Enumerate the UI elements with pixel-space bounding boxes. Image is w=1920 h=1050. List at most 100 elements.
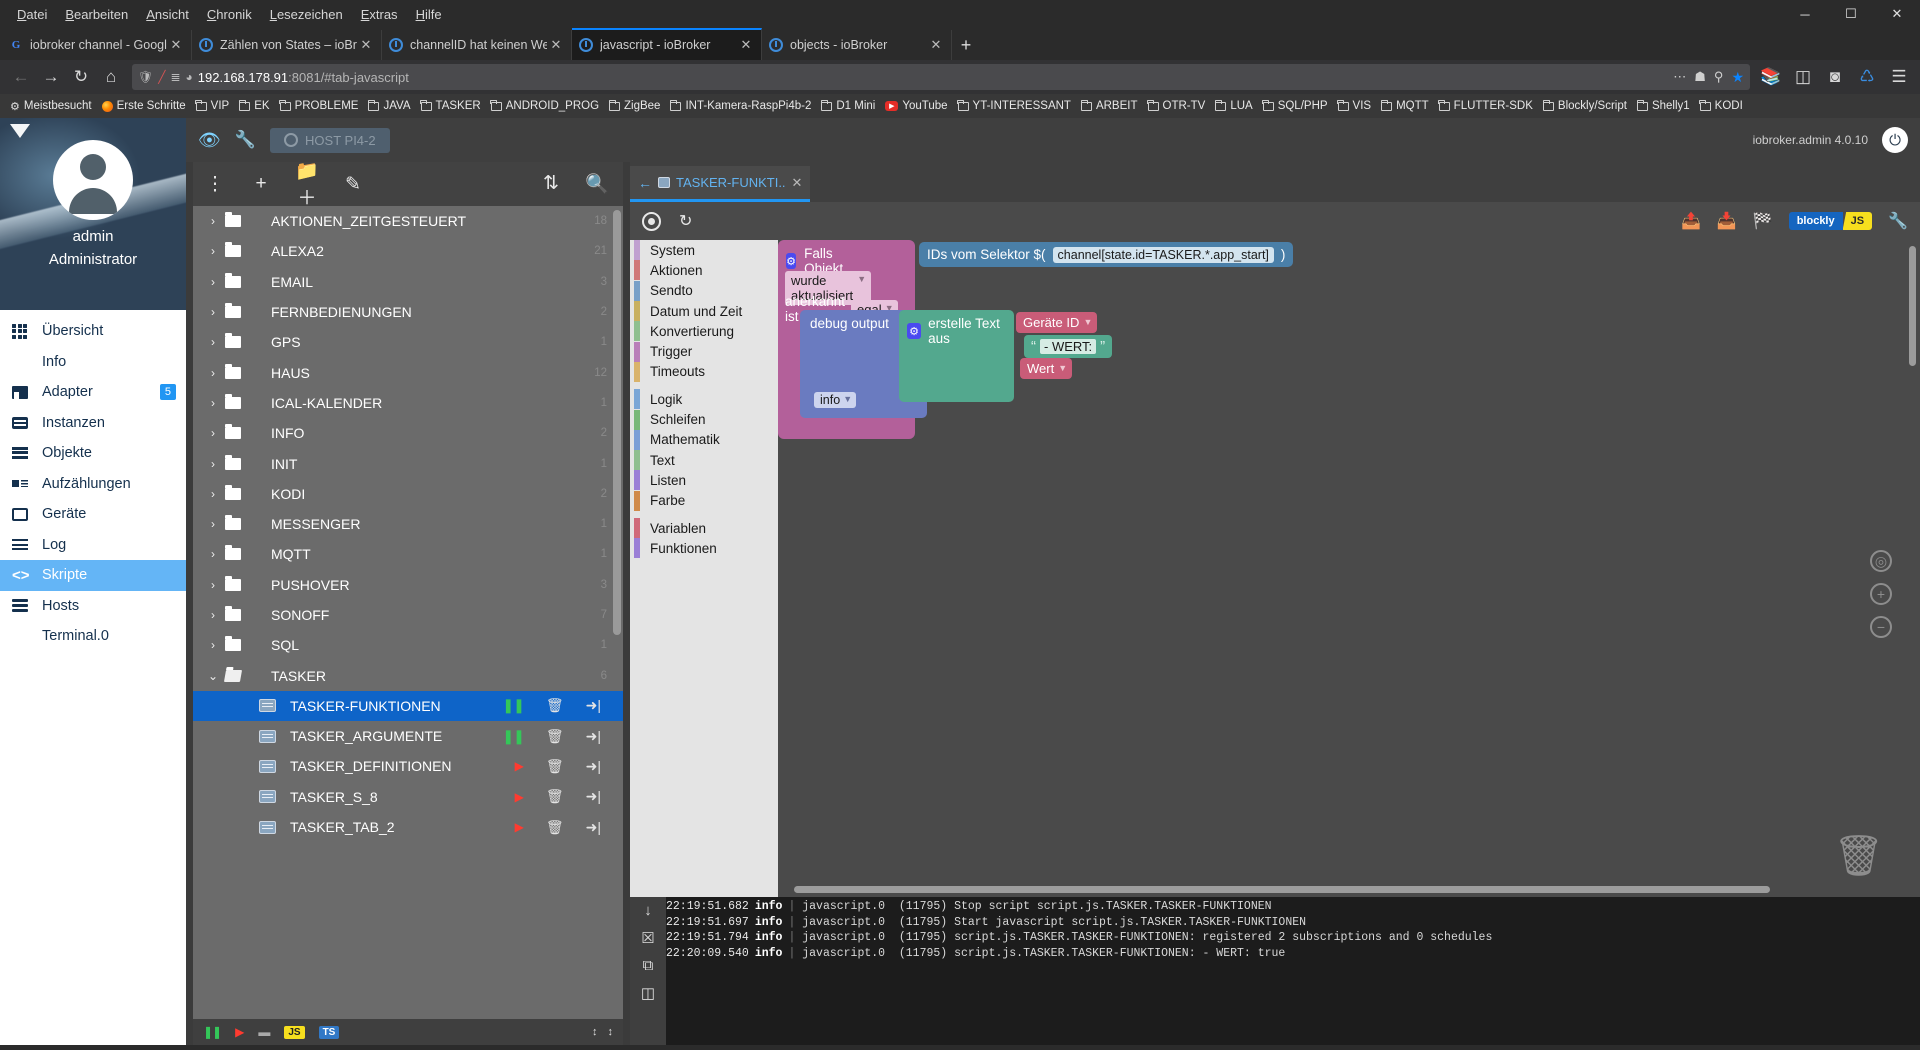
- expand-chevron-icon[interactable]: ⌄: [201, 669, 225, 683]
- play-all-icon[interactable]: ▶: [235, 1025, 244, 1039]
- export-icon[interactable]: ➜|: [586, 788, 601, 805]
- toolbox-category-system[interactable]: System: [630, 240, 778, 260]
- play-icon[interactable]: ▶: [515, 790, 524, 804]
- menu-icon[interactable]: ☰: [1884, 62, 1914, 92]
- host-selector[interactable]: HOST PI4-2: [270, 128, 390, 153]
- tree-folder-row[interactable]: ›PUSHOVER3: [193, 570, 623, 600]
- log-line[interactable]: 22:19:51.697info| javascript.0 (11795) S…: [666, 916, 1920, 932]
- tree-folder-row[interactable]: ›SQL1: [193, 630, 623, 660]
- bookmark-item[interactable]: SQL/PHP: [1259, 98, 1332, 114]
- expand-chevron-icon[interactable]: ›: [201, 366, 225, 380]
- toolbox-category-timeouts[interactable]: Timeouts: [630, 362, 778, 382]
- browser-tab[interactable]: channelID hat keinen Wert nach✕: [382, 30, 572, 60]
- text-literal-block[interactable]: “ - WERT: ”: [1024, 335, 1112, 358]
- tree-folder-row[interactable]: ›AKTIONEN_ZEITGESTEUERT18: [193, 206, 623, 236]
- download-icon[interactable]: ↓: [644, 902, 652, 919]
- canvas-horizontal-scrollbar[interactable]: [794, 886, 1770, 893]
- expand-chevron-icon[interactable]: ›: [201, 244, 225, 258]
- toolbox-category-konvertierung[interactable]: Konvertierung: [630, 321, 778, 341]
- import-blocks-icon[interactable]: 📥: [1717, 211, 1737, 231]
- sidebar-item-aufz-hlungen[interactable]: Aufzählungen: [0, 469, 186, 500]
- tree-folder-row[interactable]: ›HAUS12: [193, 357, 623, 387]
- bookmark-item[interactable]: ANDROID_PROG: [487, 98, 603, 114]
- pencil-icon[interactable]: ✎: [341, 173, 365, 196]
- expand-chevron-icon[interactable]: ›: [201, 578, 225, 592]
- wrench-icon[interactable]: 🔧: [235, 130, 256, 150]
- expand-chevron-icon[interactable]: ›: [201, 638, 225, 652]
- browser-tab[interactable]: Zählen von States – ioBroker✕: [192, 30, 382, 60]
- export-icon[interactable]: ➜|: [586, 819, 601, 836]
- run-icon[interactable]: [642, 212, 661, 231]
- expand-chevron-icon[interactable]: ›: [201, 517, 225, 531]
- expand-chevron-icon[interactable]: ›: [201, 608, 225, 622]
- bookmark-item[interactable]: PROBLEME: [276, 98, 363, 114]
- pause-icon[interactable]: ❚❚: [502, 728, 523, 745]
- permissions-icon[interactable]: ≣: [170, 70, 180, 84]
- expand-chevron-icon[interactable]: ›: [201, 396, 225, 410]
- ellipsis-icon[interactable]: ⋯: [1673, 69, 1686, 85]
- blockly-toolbox[interactable]: SystemAktionenSendtoDatum und ZeitKonver…: [630, 240, 778, 897]
- tree-folder-row[interactable]: ›EMAIL3: [193, 267, 623, 297]
- bookmark-item[interactable]: ▶YouTube: [881, 98, 951, 114]
- expand-chevron-icon[interactable]: ›: [201, 275, 225, 289]
- bookmark-item[interactable]: ARBEIT: [1077, 98, 1142, 114]
- play-icon[interactable]: ▶: [515, 759, 524, 773]
- sidebar-item--bersicht[interactable]: Übersicht: [0, 316, 186, 347]
- tab-close-icon[interactable]: ✕: [357, 37, 375, 53]
- wrench-icon[interactable]: 🔧: [1888, 211, 1908, 231]
- power-icon[interactable]: ⏻: [1882, 127, 1908, 153]
- no-style-icon[interactable]: ╱: [158, 70, 165, 84]
- toolbox-category-datum-und-zeit[interactable]: Datum und Zeit: [630, 301, 778, 321]
- account-icon[interactable]: ◙: [1820, 62, 1850, 92]
- menu-item-lesezeichen[interactable]: Lesezeichen: [261, 3, 352, 26]
- log-line[interactable]: 22:20:09.540info| javascript.0 (11795) s…: [666, 947, 1920, 963]
- reload-button[interactable]: ↻: [66, 62, 96, 92]
- expand-chevron-icon[interactable]: ›: [201, 426, 225, 440]
- toolbox-category-text[interactable]: Text: [630, 450, 778, 470]
- toolbox-category-farbe[interactable]: Farbe: [630, 491, 778, 511]
- pocket-icon[interactable]: ☗: [1694, 69, 1706, 85]
- text-literal-value[interactable]: - WERT:: [1040, 339, 1096, 354]
- toolbox-category-variablen[interactable]: Variablen: [630, 518, 778, 538]
- toolbox-category-funktionen[interactable]: Funktionen: [630, 538, 778, 558]
- expand-chevron-icon[interactable]: ›: [201, 335, 225, 349]
- tree-folder-row[interactable]: ›KODI2: [193, 479, 623, 509]
- tree-script-row[interactable]: TASKER_DEFINITIONEN▶🗑➜|: [193, 751, 623, 781]
- tree-folder-row[interactable]: ›GPS1: [193, 327, 623, 357]
- bookmark-item[interactable]: KODI: [1696, 98, 1747, 114]
- center-icon[interactable]: ◎: [1870, 550, 1892, 572]
- variable-block-1[interactable]: Geräte ID ▼: [1016, 312, 1097, 333]
- export-icon[interactable]: ➜|: [586, 728, 601, 745]
- address-bar[interactable]: 🛡 ╱ ≣ ◕ 192.168.178.91:8081/#tab-javascr…: [132, 64, 1750, 90]
- tab-close-icon[interactable]: ✕: [167, 37, 185, 53]
- tree-folder-row[interactable]: ›INIT1: [193, 448, 623, 478]
- sidebar-item-ger-te[interactable]: Geräte: [0, 499, 186, 530]
- sidebar-item-info[interactable]: iInfo: [0, 347, 186, 378]
- log-line[interactable]: 22:19:51.794info| javascript.0 (11795) s…: [666, 931, 1920, 947]
- blockly-toggle-label[interactable]: blockly: [1789, 212, 1843, 230]
- tree-script-row[interactable]: TASKER_TAB_2▶🗑➜|: [193, 812, 623, 842]
- selector-block[interactable]: IDs vom Selektor $( channel[state.id=TAS…: [919, 242, 1293, 267]
- menu-item-bearbeiten[interactable]: Bearbeiten: [56, 3, 137, 26]
- reader-icon[interactable]: ◕: [186, 70, 193, 84]
- export-icon[interactable]: ➜|: [586, 697, 601, 714]
- more-menu-icon[interactable]: ⋮: [203, 173, 227, 196]
- bookmark-item[interactable]: Shelly1: [1633, 98, 1694, 114]
- zoom-in-button[interactable]: +: [1870, 583, 1892, 605]
- sort-icon[interactable]: ⇅: [539, 172, 563, 196]
- browser-tab[interactable]: javascript - ioBroker✕: [572, 28, 762, 60]
- js-chip[interactable]: JS: [284, 1026, 304, 1039]
- export-blocks-icon[interactable]: 📤: [1681, 211, 1701, 231]
- tree-script-row[interactable]: TASKER_S_8▶🗑➜|: [193, 782, 623, 812]
- bookmark-item[interactable]: MQTT: [1377, 98, 1433, 114]
- blockly-canvas[interactable]: ⚙ Falls Objekt wurde aktualisiert ▼ aner…: [778, 240, 1920, 897]
- bookmark-star-icon[interactable]: ★: [1731, 69, 1744, 86]
- expand-chevron-icon[interactable]: ›: [201, 547, 225, 561]
- clear-icon[interactable]: ☒: [641, 929, 654, 947]
- toolbox-category-schleifen[interactable]: Schleifen: [630, 409, 778, 429]
- pause-all-icon[interactable]: ❚❚: [203, 1025, 221, 1039]
- toolbox-category-listen[interactable]: Listen: [630, 470, 778, 490]
- screenshot-icon[interactable]: ⚲: [1714, 69, 1724, 85]
- tree-folder-row[interactable]: ›ICAL-KALENDER1: [193, 388, 623, 418]
- debug-level-dropdown[interactable]: info ▼: [814, 392, 856, 408]
